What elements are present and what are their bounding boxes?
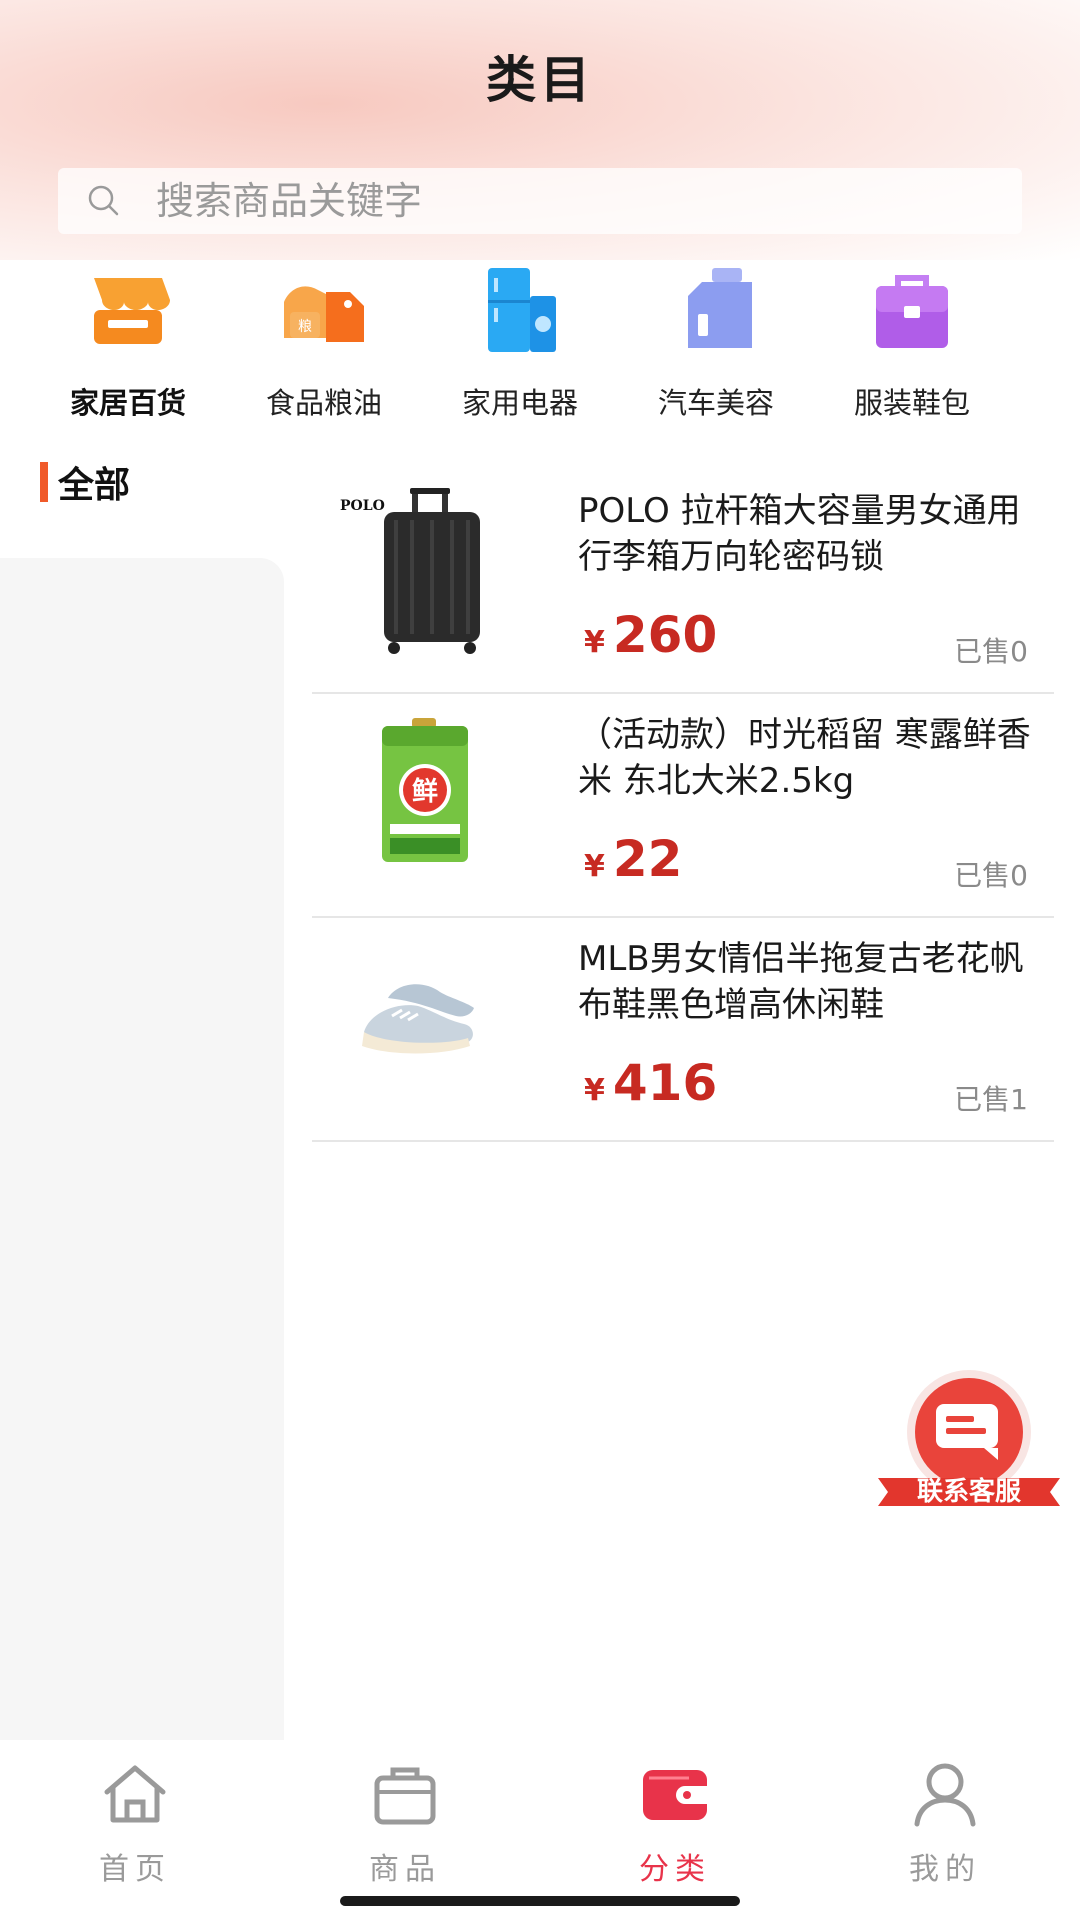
service-label: 联系客服 [917, 1476, 1022, 1507]
svg-text:POLO: POLO [340, 498, 385, 514]
product-card[interactable]: MLB男女情侣半拖复古老花帆布鞋黑色增高休闲鞋 ¥ 416 已售1 [312, 918, 1054, 1142]
tab-label: 首页 [99, 1852, 171, 1887]
home-icon [104, 1765, 166, 1823]
category-label: 家用电器 [461, 386, 578, 420]
price-amount: 22 [612, 830, 683, 888]
category-item-food[interactable]: 粮 食品粮油 [226, 262, 422, 422]
category-item-car-care[interactable]: 汽车美容 [618, 262, 814, 422]
currency-symbol: ¥ [584, 1073, 605, 1108]
sidebar-item-all[interactable]: 全部 [40, 462, 130, 506]
product-price: ¥ 22 [584, 830, 682, 888]
sidebar-panel [0, 558, 284, 1740]
tab-label: 分类 [639, 1852, 711, 1887]
product-list: POLO POLO 拉杆箱大容量男女通用行李箱万向轮密码锁 ¥ 260 已售0 [312, 470, 1054, 1142]
search-icon [88, 185, 119, 216]
tab-home[interactable]: 首页 [0, 1740, 270, 1920]
category-row: 家居百货 粮 食品粮油 家用电器 汽车美容 服装鞋包 [30, 262, 1050, 422]
product-name: （活动款）时光稻留 寒露鲜香米 东北大米2.5kg [578, 715, 1031, 801]
category-label: 服装鞋包 [853, 386, 970, 420]
product-price: ¥ 260 [584, 606, 717, 664]
currency-symbol: ¥ [584, 849, 605, 884]
category-item-apparel[interactable]: 服装鞋包 [814, 262, 1010, 422]
product-card[interactable]: 鲜 （活动款）时光稻留 寒露鲜香米 东北大米2.5kg ¥ 22 已售0 [312, 694, 1054, 918]
svg-text:粮: 粮 [298, 319, 312, 335]
fridge-washer-icon [488, 268, 556, 352]
product-price: ¥ 416 [584, 1054, 717, 1112]
rice-bag-image: 鲜 [382, 718, 468, 862]
svg-text:鲜: 鲜 [412, 777, 438, 807]
sold-count: 已售0 [954, 635, 1028, 668]
category-item-appliances[interactable]: 家用电器 [422, 262, 618, 422]
currency-symbol: ¥ [584, 625, 605, 660]
product-card[interactable]: POLO POLO 拉杆箱大容量男女通用行李箱万向轮密码锁 ¥ 260 已售0 [312, 470, 1054, 694]
sold-count: 已售1 [954, 1083, 1028, 1116]
active-indicator [40, 462, 48, 502]
price-amount: 260 [612, 606, 718, 664]
customer-service-button[interactable]: 联系客服 [872, 1368, 1066, 1516]
sneakers-image [362, 984, 474, 1054]
sold-count: 已售0 [954, 859, 1028, 892]
search-input[interactable] [154, 178, 1022, 224]
category-label: 家居百货 [69, 386, 186, 420]
grain-tag-icon: 粮 [284, 286, 364, 342]
handbag-icon [876, 275, 948, 348]
search-bar[interactable] [58, 168, 1022, 234]
category-item-home-goods[interactable]: 家居百货 [30, 262, 226, 422]
storefront-icon [94, 278, 170, 344]
wallet-icon [643, 1770, 707, 1820]
tab-profile[interactable]: 我的 [810, 1740, 1080, 1920]
bottom-tab-bar: 首页 商品 分类 我的 [0, 1740, 1080, 1920]
tab-category[interactable]: 分类 [540, 1740, 810, 1920]
sidebar-item-label: 全部 [58, 465, 131, 506]
price-amount: 416 [612, 1054, 718, 1112]
page-title: 类目 [486, 51, 594, 109]
tab-products[interactable]: 商品 [270, 1740, 540, 1920]
category-label: 汽车美容 [657, 386, 774, 420]
home-indicator [340, 1896, 740, 1906]
tab-label: 我的 [909, 1852, 981, 1887]
product-name: MLB男女情侣半拖复古老花帆布鞋黑色增高休闲鞋 [578, 939, 1024, 1025]
category-label: 食品粮油 [265, 386, 382, 420]
bag-icon [374, 1767, 436, 1825]
chat-bubble-icon: 联系客服 [878, 1370, 1060, 1507]
car-care-bottle-icon [688, 268, 752, 348]
tab-label: 商品 [369, 1852, 441, 1887]
user-icon [914, 1763, 976, 1827]
suitcase-image: POLO [340, 488, 480, 654]
product-name: POLO 拉杆箱大容量男女通用行李箱万向轮密码锁 [578, 491, 1021, 577]
